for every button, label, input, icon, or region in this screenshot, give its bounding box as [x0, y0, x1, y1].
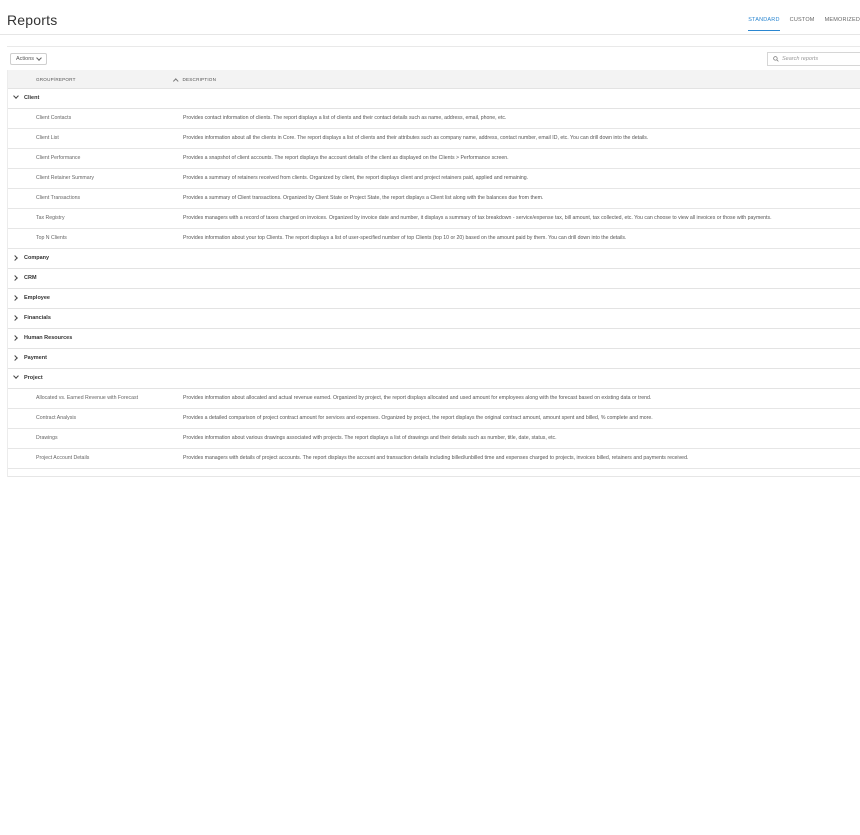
report-name-link[interactable]: Client Contacts [36, 115, 71, 121]
report-description: Provides a summary of retainers received… [183, 175, 529, 181]
table-body: Client Client Contacts Provides contact in… [8, 89, 860, 469]
group-label: CRM [24, 275, 37, 281]
caret-shape [12, 255, 18, 261]
chevron-down-icon [36, 55, 42, 61]
actions-label: Actions [16, 56, 35, 62]
table-row: Contract Analysis Provides a detailed com… [8, 409, 860, 429]
report-description: Provides a detailed comparison of projec… [183, 415, 653, 421]
report-name-link[interactable]: Client Performance [36, 155, 80, 161]
group-row-crm[interactable]: CRM [8, 269, 860, 289]
group-label: Company [24, 255, 50, 261]
search-input[interactable] [782, 56, 854, 62]
toolbar: Actions [7, 46, 860, 71]
table-row: Tax Registry Provides managers with a rec… [8, 209, 860, 229]
table-row: Project Account Details Provides managers… [8, 449, 860, 469]
report-description: Provides information about your top Clie… [183, 235, 627, 241]
report-view-tabs: STANDARD CUSTOM MEMORIZED [738, 17, 860, 31]
caret-shape [13, 373, 19, 379]
table-row: Client Transactions Provides a summary of… [8, 189, 860, 209]
report-name-link[interactable]: Allocated vs. Earned Revenue with Foreca… [36, 395, 138, 401]
report-description: Provides managers with details of projec… [183, 455, 689, 461]
group-row-company[interactable]: Company [8, 249, 860, 269]
group-row-client[interactable]: Client [8, 89, 860, 109]
group-label: Financials [24, 315, 51, 321]
report-name-link[interactable]: Client List [36, 135, 59, 141]
caret-shape [13, 93, 19, 99]
sort-asc-icon [173, 77, 179, 83]
group-label: Project [24, 375, 43, 381]
report-name-link[interactable]: Drawings [36, 435, 58, 441]
column-header-description[interactable]: DESCRIPTION [173, 77, 217, 83]
reports-table: GROUP/REPORT DESCRIPTION Client Client Co… [7, 70, 860, 477]
chevron-right-icon[interactable] [12, 315, 19, 321]
report-description: Provides a summary of Client transaction… [183, 195, 544, 201]
table-row: Client List Provides information about al… [8, 129, 860, 149]
table-row: Top N Clients Provides information about … [8, 229, 860, 249]
column-header-description-label: DESCRIPTION [182, 77, 217, 82]
caret-shape [12, 355, 18, 361]
table-row: Drawings Provides information about vario… [8, 429, 860, 449]
table-row: Allocated vs. Earned Revenue with Foreca… [8, 389, 860, 409]
table-header: GROUP/REPORT DESCRIPTION [8, 70, 860, 89]
chevron-right-icon[interactable] [12, 355, 19, 361]
group-row-financials[interactable]: Financials [8, 309, 860, 329]
caret-shape [12, 275, 18, 281]
chevron-right-icon[interactable] [12, 255, 19, 261]
chevron-right-icon[interactable] [12, 335, 19, 341]
caret-shape [12, 335, 18, 341]
group-label: Employee [24, 295, 50, 301]
tab-standard[interactable]: STANDARD [748, 17, 780, 31]
page-header: Reports STANDARD CUSTOM MEMORIZED [0, 0, 860, 35]
report-name-link[interactable]: Contract Analysis [36, 415, 76, 421]
report-name-link[interactable]: Project Account Details [36, 455, 89, 461]
search-icon [773, 56, 779, 62]
group-row-payment[interactable]: Payment [8, 349, 860, 369]
reports-page: Reports STANDARD CUSTOM MEMORIZED Action… [0, 0, 860, 835]
search-box [767, 52, 860, 66]
group-label: Payment [24, 355, 47, 361]
report-description: Provides a snapshot of client accounts. … [183, 155, 509, 161]
report-name-link[interactable]: Tax Registry [36, 215, 65, 221]
page-title: Reports [7, 12, 58, 28]
table-row: Client Performance Provides a snapshot of… [8, 149, 860, 169]
group-row-project[interactable]: Project [8, 369, 860, 389]
report-name-link[interactable]: Client Retainer Summary [36, 175, 94, 181]
chevron-right-icon[interactable] [12, 275, 19, 281]
report-description: Provides information about various drawi… [183, 435, 557, 441]
chevron-down-icon[interactable] [13, 373, 19, 381]
chevron-right-icon[interactable] [12, 295, 19, 301]
column-header-group-report[interactable]: GROUP/REPORT [36, 77, 76, 82]
tab-memorized[interactable]: MEMORIZED [825, 17, 860, 31]
group-row-human-resources[interactable]: Human Resources [8, 329, 860, 349]
tab-custom[interactable]: CUSTOM [790, 17, 815, 31]
caret-shape [12, 295, 18, 301]
table-footer [8, 469, 860, 477]
table-row: Client Retainer Summary Provides a summar… [8, 169, 860, 189]
report-description: Provides contact information of clients.… [183, 115, 507, 121]
report-name-link[interactable]: Client Transactions [36, 195, 80, 201]
report-description: Provides information about all the clien… [183, 135, 649, 141]
actions-button[interactable]: Actions [10, 53, 47, 65]
group-row-employee[interactable]: Employee [8, 289, 860, 309]
group-label: Human Resources [24, 335, 73, 341]
report-description: Provides information about allocated and… [183, 395, 652, 401]
chevron-down-icon[interactable] [13, 93, 19, 101]
group-label: Client [24, 95, 40, 101]
report-name-link[interactable]: Top N Clients [36, 235, 67, 241]
table-row: Client Contacts Provides contact informat… [8, 109, 860, 129]
report-description: Provides managers with a record of taxes… [183, 215, 772, 221]
caret-shape [12, 315, 18, 321]
